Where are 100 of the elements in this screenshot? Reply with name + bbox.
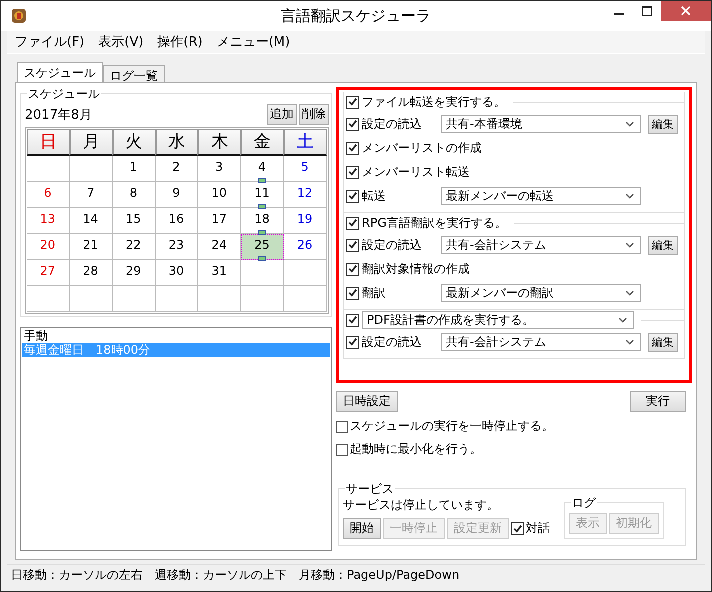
day-number: 31 [212,264,227,280]
weekday-header: 火 [112,129,156,156]
checkbox-label: メンバーリストの作成 [362,140,482,156]
dropdown[interactable]: 最新メンバーの翻訳 [441,284,641,302]
day-cell[interactable]: 13 [27,208,70,234]
day-cell[interactable]: 2 [156,156,198,182]
day-cell[interactable]: 22 [112,234,156,260]
edit-button[interactable]: 編集 [648,114,678,134]
list-item[interactable]: 手動 [22,329,330,343]
day-number: 10 [212,186,227,202]
run-button[interactable]: 実行 [630,391,686,412]
menu-item[interactable]: メニュー(M) [216,33,290,51]
day-cell[interactable]: 5 [284,156,327,182]
checkbox[interactable] [346,118,359,130]
day-cell[interactable]: 15 [112,208,156,234]
datetime-button[interactable]: 日時設定 [336,391,398,412]
checkbox[interactable] [346,96,359,108]
day-cell[interactable]: 9 [156,182,198,208]
weekday-header: 土 [284,129,327,156]
checkbox[interactable] [346,262,359,276]
checkbox[interactable] [336,444,348,456]
day-cell[interactable]: 20 [27,234,70,260]
checkbox[interactable] [336,420,348,432]
checkbox[interactable] [346,216,359,230]
day-cell[interactable]: 1 [112,156,156,182]
day-cell[interactable]: 19 [284,208,327,234]
tab[interactable]: ログ一覧 [103,65,165,82]
checkbox[interactable] [346,314,359,326]
dropdown[interactable]: 最新メンバーの転送 [441,187,641,205]
dropdown[interactable]: 共有-会計システム [441,333,641,351]
day-cell[interactable]: 26 [284,234,327,260]
close-button[interactable] [661,1,711,21]
menu-item[interactable]: ファイル(F) [15,33,85,51]
checkbox[interactable] [346,142,359,154]
chevron-icon [626,242,634,248]
empty-day-cell [156,286,198,312]
group-title: サービス [345,481,395,498]
day-cell[interactable]: 17 [198,208,242,234]
dropdown[interactable]: 共有-本番環境 [441,115,641,133]
day-number: 1 [130,160,138,176]
day-cell[interactable]: 10 [198,182,242,208]
edit-button[interactable]: 編集 [648,332,678,352]
status-bar: 日移動：カーソルの左右 週移動：カーソルの上下 月移動：PageUp/PageDown [7,564,705,585]
checkbox-label: メンバーリスト転送 [362,164,470,180]
checkbox[interactable] [346,190,359,202]
tab[interactable]: スケジュール [17,62,103,82]
day-number: 22 [126,238,142,254]
menu-item[interactable]: 操作(R) [158,33,203,51]
day-cell[interactable]: 3 [198,156,242,182]
day-cell[interactable]: 25 [241,234,284,260]
chevron-icon [626,340,634,344]
day-number: 11 [254,186,270,202]
empty-day-cell [112,286,156,312]
group-title: ログ [571,495,597,512]
add-button[interactable]: 追加 [267,104,297,125]
day-cell[interactable]: 6 [27,182,70,208]
checkbox[interactable] [346,286,359,300]
day-cell[interactable]: 29 [112,260,156,286]
empty-day-cell [284,260,327,286]
dropdown[interactable]: PDF設計書の作成を実行する。 [362,311,634,329]
checkbox-label: 対話 [526,520,550,537]
day-cell[interactable]: 4 [241,156,284,182]
day-cell[interactable]: 31 [198,260,242,286]
chevron-icon [626,290,634,296]
edit-button[interactable]: 編集 [648,236,678,254]
day-cell[interactable]: 23 [156,234,198,260]
dropdown[interactable]: 共有-会計システム [441,236,641,254]
service-button[interactable]: 開始 [343,518,381,539]
weekday-header: 金 [241,129,284,156]
weekday-header: 木 [198,129,242,156]
day-number: 24 [212,238,227,254]
day-number: 8 [130,186,138,202]
day-cell[interactable]: 14 [70,208,113,234]
weekday-header: 月 [70,129,113,156]
day-cell[interactable]: 28 [70,260,113,286]
day-cell[interactable]: 8 [112,182,156,208]
day-cell[interactable]: 16 [156,208,198,234]
day-number: 4 [258,160,266,176]
chevron-icon [626,122,634,126]
day-cell[interactable]: 11 [241,182,284,208]
checkbox[interactable] [346,336,359,348]
empty-day-cell [27,156,70,182]
day-cell[interactable]: 12 [284,182,327,208]
minimize-icon [614,13,624,15]
day-cell[interactable]: 27 [27,260,70,286]
day-number: 26 [297,238,313,254]
month-label: 2017年8月 [25,106,92,124]
checkbox[interactable] [346,238,359,252]
checkbox[interactable] [346,166,359,178]
day-cell[interactable]: 21 [70,234,113,260]
day-number: 17 [212,212,227,228]
day-number: 9 [172,186,180,202]
day-cell[interactable]: 30 [156,260,198,286]
menu-item[interactable]: 表示(V) [98,33,144,51]
day-number: 14 [83,212,98,228]
checkbox[interactable] [511,522,524,535]
day-number: 12 [297,186,313,202]
day-number: 29 [126,264,142,280]
day-cell[interactable]: 7 [70,182,113,208]
delete-button[interactable]: 削除 [299,104,329,125]
